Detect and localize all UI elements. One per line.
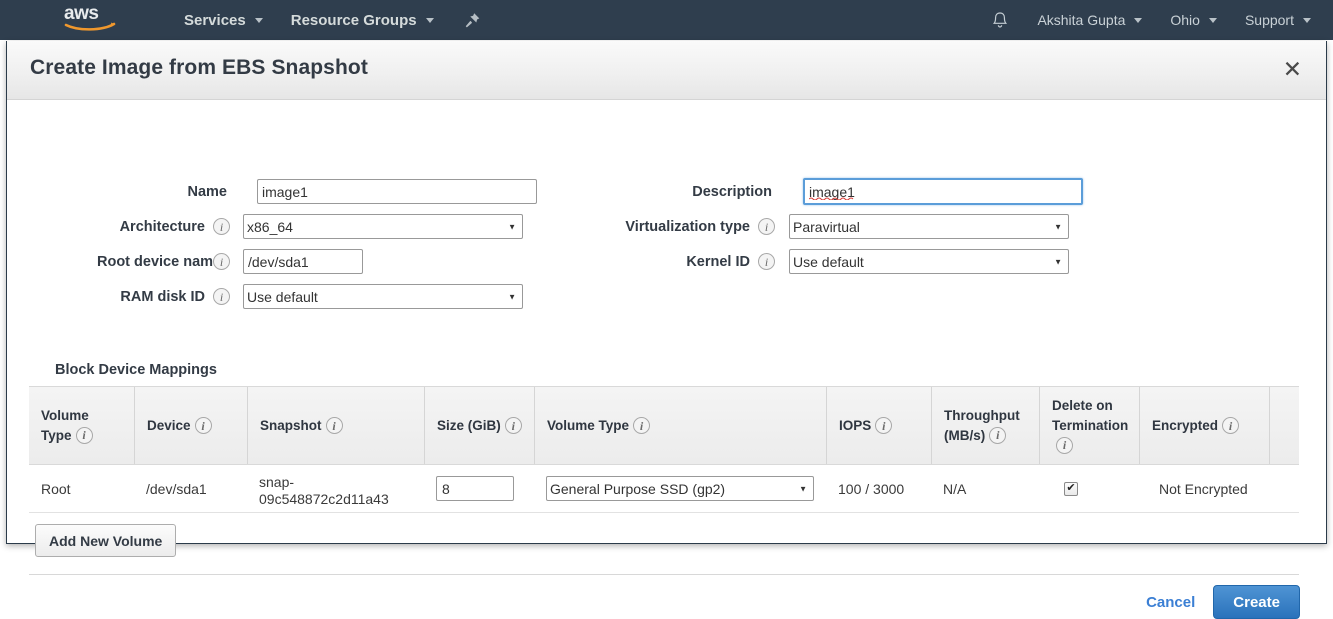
form-row-kernel-id: Kernel ID i Use default	[607, 249, 1069, 274]
nav-item-account-label: Akshita Gupta	[1037, 12, 1126, 28]
name-input[interactable]	[257, 179, 537, 204]
column-header-device: Device i	[134, 387, 247, 464]
iops-info-icon[interactable]: i	[875, 417, 893, 435]
modal-header: Create Image from EBS Snapshot ✕	[7, 41, 1326, 100]
virtualization-type-label: Virtualization type	[625, 218, 750, 235]
kernel-id-select[interactable]: Use default	[789, 249, 1069, 274]
add-new-volume-button[interactable]: Add New Volume	[35, 524, 177, 557]
column-header-encrypted: Encrypted i	[1139, 387, 1269, 464]
volume-type-select-info-icon[interactable]: i	[633, 417, 651, 435]
nav-left-group: aws Services Resource Groups	[0, 0, 497, 40]
form-row-ram-disk-id: RAM disk ID i Use default	[97, 284, 547, 309]
column-header-snapshot: Snapshot i	[247, 387, 424, 464]
footer-divider	[29, 574, 1299, 575]
chevron-down-icon	[254, 17, 263, 23]
footer-actions: Cancel Create	[1146, 585, 1300, 619]
kernel-id-info-icon[interactable]: i	[758, 253, 775, 270]
ram-disk-id-select-wrapper: Use default	[243, 284, 523, 309]
page-title: Create Image from EBS Snapshot	[30, 56, 368, 79]
bell-icon[interactable]	[977, 11, 1023, 30]
create-button[interactable]: Create	[1213, 585, 1300, 619]
column-header-size: Size (GiB) i	[424, 387, 534, 464]
form-row-virtualization-type: Virtualization type i Paravirtual	[607, 214, 1069, 239]
root-device-name-label: Root device name	[97, 253, 222, 270]
nav-item-account[interactable]: Akshita Gupta	[1023, 0, 1156, 40]
architecture-select[interactable]: x86_64	[243, 214, 523, 239]
delete-on-termination-info-icon[interactable]: i	[1056, 436, 1073, 454]
chevron-down-icon	[1303, 17, 1311, 23]
form-row-name: Name	[97, 179, 547, 204]
nav-item-region[interactable]: Ohio	[1156, 0, 1231, 40]
nav-item-resource-groups[interactable]: Resource Groups	[277, 0, 448, 40]
form-row-architecture: Architecture i x86_64	[97, 214, 547, 239]
column-header-throughput: Throughput (MB/s) i	[931, 387, 1039, 464]
table-header-row: Volume Type i Device i Snapshot i Size (GiB…	[29, 386, 1299, 465]
cell-volume-type-select: General Purpose SSD (gp2)	[534, 476, 826, 501]
device-info-icon[interactable]: i	[194, 417, 212, 435]
nav-item-services[interactable]: Services	[170, 0, 277, 40]
column-header-actions	[1269, 387, 1299, 464]
root-device-name-input[interactable]	[243, 249, 363, 274]
cell-iops: 100 / 3000	[838, 480, 905, 497]
root-device-name-info-icon[interactable]: i	[213, 253, 230, 270]
nav-item-region-label: Ohio	[1170, 12, 1200, 28]
snapshot-info-icon[interactable]: i	[325, 417, 343, 435]
ram-disk-id-select[interactable]: Use default	[243, 284, 523, 309]
nav-item-support[interactable]: Support	[1231, 0, 1325, 40]
cell-delete-on-termination: ✔	[1039, 481, 1139, 496]
cell-size	[424, 476, 534, 501]
block-device-mappings-title: Block Device Mappings	[55, 362, 217, 378]
architecture-select-wrapper: x86_64	[243, 214, 523, 239]
cancel-button[interactable]: Cancel	[1146, 594, 1195, 611]
nav-item-services-label: Services	[184, 11, 246, 29]
virtualization-type-info-icon[interactable]: i	[758, 218, 775, 235]
nav-item-resource-groups-label: Resource Groups	[290, 11, 417, 29]
svg-text:aws: aws	[64, 4, 98, 24]
aws-logo[interactable]: aws	[62, 3, 118, 37]
create-image-modal: Create Image from EBS Snapshot ✕ Name Ar…	[6, 41, 1327, 619]
size-input[interactable]	[436, 476, 514, 501]
form-row-description: Description	[607, 178, 1083, 205]
cell-throughput: N/A	[943, 480, 967, 497]
size-info-icon[interactable]: i	[504, 417, 522, 435]
ram-disk-id-label: RAM disk ID	[120, 288, 205, 305]
chevron-down-icon	[1208, 17, 1217, 23]
chevron-down-icon	[1134, 17, 1143, 23]
column-header-iops: IOPS i	[826, 387, 931, 464]
kernel-id-select-wrapper: Use default	[789, 249, 1069, 274]
virtualization-type-select[interactable]: Paravirtual	[789, 214, 1069, 239]
description-input[interactable]	[803, 178, 1083, 205]
aws-top-navigation: aws Services Resource Groups Akshita Gup…	[0, 0, 1333, 40]
cell-snapshot: snap-09c548872c2d11a43	[259, 473, 389, 508]
kernel-id-label: Kernel ID	[686, 253, 750, 270]
architecture-label: Architecture	[119, 218, 205, 235]
name-label: Name	[187, 183, 228, 200]
description-field-wrapper	[803, 178, 1083, 205]
nav-item-support-label: Support	[1244, 12, 1294, 28]
cell-device: /dev/sda1	[146, 480, 207, 497]
description-label: Description	[692, 183, 772, 200]
column-header-volume-type: Volume Type i	[29, 387, 134, 464]
cell-volume-type: Root	[41, 480, 71, 497]
throughput-info-icon[interactable]: i	[989, 426, 1007, 444]
encrypted-info-icon[interactable]: i	[1222, 417, 1240, 435]
chevron-down-icon	[425, 17, 434, 23]
volume-type-info-icon[interactable]: i	[75, 426, 93, 444]
nav-right-group: Akshita Gupta Ohio Support	[977, 0, 1325, 40]
row-volume-type-select[interactable]: General Purpose SSD (gp2)	[546, 476, 814, 501]
close-icon[interactable]: ✕	[1283, 58, 1302, 81]
block-device-mappings-table: Volume Type i Device i Snapshot i Size (GiB…	[29, 386, 1299, 513]
form-row-root-device-name: Root device name i	[97, 249, 547, 274]
table-row: Root /dev/sda1 snap-09c548872c2d11a43 Ge…	[29, 465, 1299, 513]
architecture-info-icon[interactable]: i	[213, 218, 230, 235]
column-header-volume-type-select: Volume Type i	[534, 387, 826, 464]
modal-body: Name Architecture i x86_64 Root device n…	[7, 100, 1326, 619]
cell-encrypted: Not Encrypted	[1159, 480, 1248, 497]
ram-disk-id-info-icon[interactable]: i	[213, 288, 230, 305]
pushpin-icon[interactable]	[448, 12, 497, 29]
column-header-delete-on-termination: Delete on Terminationi	[1039, 387, 1139, 464]
virtualization-type-select-wrapper: Paravirtual	[789, 214, 1069, 239]
delete-on-termination-checkbox[interactable]: ✔	[1064, 481, 1078, 496]
row-volume-type-select-wrapper: General Purpose SSD (gp2)	[546, 476, 814, 501]
